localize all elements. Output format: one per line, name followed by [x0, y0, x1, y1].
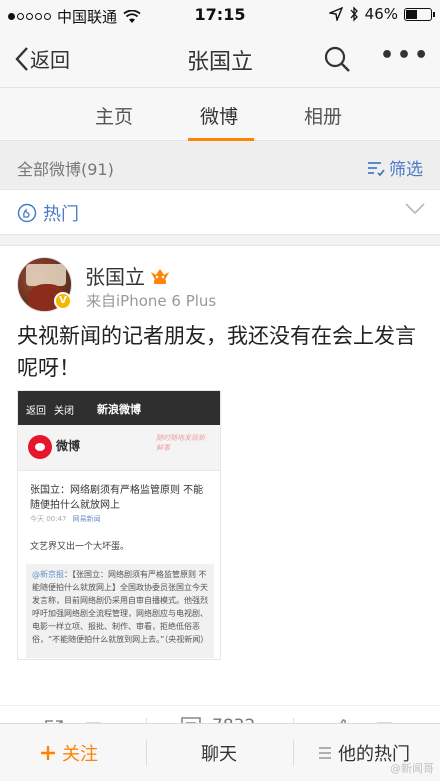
- verified-badge: V: [54, 292, 72, 310]
- search-icon[interactable]: [323, 45, 351, 73]
- filter-bar: 全部微博(91) 筛选: [0, 142, 440, 188]
- post-text: 央视新闻的记者朋友，我还没有在会上发言呢呀！: [17, 324, 416, 380]
- status-bar: 中国联通 17:15 46%: [0, 0, 440, 30]
- follow-button[interactable]: 关注: [40, 740, 98, 766]
- image-line: 文艺界又出一个大坏蛋。: [30, 542, 130, 552]
- post-card[interactable]: V 张国立 来自iPhone 6 Plus 央视新闻的记者朋友，我还没有在会上发…: [0, 245, 440, 705]
- filter-label: 筛选: [389, 160, 423, 180]
- image-slogan: 随时随地发现新鲜事: [156, 434, 205, 452]
- image-meta-time: 今天 00:47: [30, 515, 67, 523]
- hot-label: 热门: [43, 204, 79, 225]
- post-image[interactable]: 返回 关闭 新浪微博 微博 随时随地发现新鲜事 张国立：网络剧须有严格监管原则 …: [17, 390, 221, 660]
- more-button[interactable]: •••: [380, 43, 431, 68]
- follow-label: 关注: [62, 744, 98, 765]
- filter-icon: [368, 161, 385, 176]
- post-author-row[interactable]: 张国立: [85, 261, 171, 290]
- chevron-down-icon[interactable]: [404, 202, 426, 216]
- image-headline: 张国立：网络剧须有严格监管原则 不能随便拍什么就放网上: [30, 485, 204, 511]
- chat-label: 聊天: [201, 744, 237, 765]
- plus-icon: [41, 746, 55, 760]
- hot-bar[interactable]: 热门: [0, 189, 440, 235]
- battery-percent: 46%: [364, 5, 398, 23]
- hot-icon: [17, 203, 37, 223]
- filter-button[interactable]: 筛选: [367, 155, 423, 180]
- image-meta-source: 网易新闻: [72, 515, 101, 523]
- battery-icon: [404, 7, 435, 21]
- active-tab-indicator: [188, 138, 254, 141]
- nav-bar: 返回 张国立 •••: [0, 30, 440, 88]
- profile-tabs: 主页 微博 相册: [0, 88, 440, 141]
- post-source: 来自iPhone 6 Plus: [86, 292, 217, 310]
- image-meta: 今天 00:47 网易新闻: [30, 514, 101, 524]
- bottom-bar: 关注 聊天 他的热门: [0, 723, 440, 781]
- image-quote-text: ：【张国立：网络剧须有严格监管原则 不能随便拍什么就放网上】全国政协委员张国立今…: [32, 570, 209, 644]
- tab-album[interactable]: 相册: [304, 102, 342, 129]
- image-title: 新浪微博: [97, 403, 141, 416]
- image-quote-mention: @新京报: [32, 570, 64, 579]
- image-brand: 微博: [56, 439, 81, 453]
- location-icon: [328, 7, 343, 21]
- all-weibo-count: 全部微博(91): [17, 160, 114, 179]
- watermark: @新闻哥: [390, 762, 434, 775]
- list-icon: [319, 747, 331, 759]
- chat-button[interactable]: 聊天: [201, 740, 237, 766]
- member-crown-icon: [151, 268, 169, 284]
- bluetooth-icon: [350, 6, 358, 22]
- post-author[interactable]: 张国立: [85, 261, 145, 290]
- tab-weibo[interactable]: 微博: [200, 102, 238, 129]
- tab-home[interactable]: 主页: [95, 102, 133, 129]
- weibo-logo-icon: [28, 435, 52, 459]
- image-quote: @新京报：【张国立：网络剧须有严格监管原则 不能随便拍什么就放网上】全国政协委员…: [26, 564, 214, 658]
- page-title: 张国立: [186, 50, 253, 75]
